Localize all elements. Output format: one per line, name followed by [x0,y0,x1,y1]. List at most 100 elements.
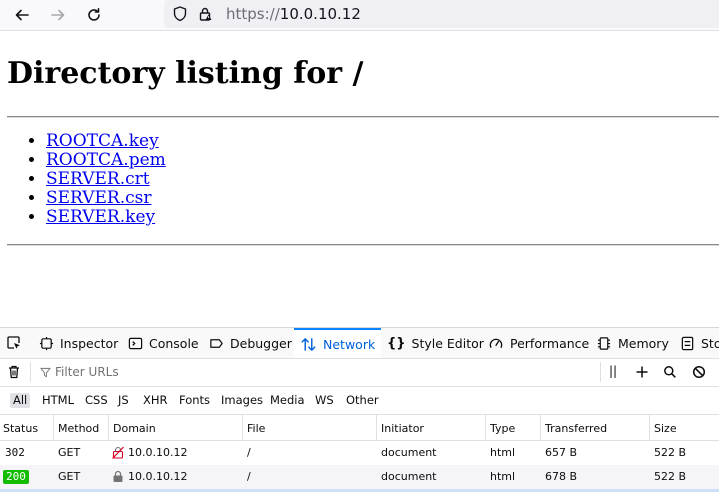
request-type: html [490,470,516,483]
tab-label: Performance [510,335,590,351]
url-text[interactable]: https://10.0.10.12 [226,4,361,24]
file-link-server-key[interactable]: SERVER.key [46,207,155,227]
type-filter-images[interactable]: Images [218,393,266,408]
column-header-file[interactable]: File [247,422,265,435]
type-filter-media[interactable]: Media [267,393,308,408]
table-row[interactable]: 200 GET 10.0.10.12 / document html 678 B… [0,465,719,490]
list-item: SERVER.csr [46,189,166,208]
lock-warning-icon[interactable] [197,5,215,23]
debugger-icon [210,338,223,348]
storage-icon [681,336,694,350]
page-title: Directory listing for / [7,56,364,91]
network-filter-bar: Filter URLs || [0,359,719,387]
tab-inspector[interactable]: Inspector [39,328,118,358]
column-header-domain[interactable]: Domain [113,422,156,435]
tab-debugger[interactable]: Debugger [209,328,292,358]
column-header-initiator[interactable]: Initiator [381,422,424,435]
file-link-server-crt[interactable]: SERVER.crt [46,169,150,189]
column-header-transferred[interactable]: Transferred [545,422,607,435]
type-filter-css[interactable]: CSS [82,393,111,408]
filter-urls-input[interactable]: Filter URLs [55,365,119,379]
tab-label: Style Editor [411,335,484,351]
forward-arrow-icon [51,9,65,21]
file-link-rootca-key[interactable]: ROOTCA.key [46,131,159,151]
forward-button[interactable] [47,4,69,26]
performance-icon [489,338,503,348]
request-size: 522 B [654,446,687,459]
type-filter-other[interactable]: Other [343,393,382,408]
url-bar[interactable]: https://10.0.10.12 [164,0,719,28]
tab-label: Debugger [230,335,292,351]
list-item: SERVER.key [46,208,166,227]
lock-icon [113,470,123,482]
table-row[interactable]: 302 GET 10.0.10.12 / document html 657 B… [0,441,719,466]
separator [600,362,601,382]
request-method: GET [58,470,81,483]
list-item: ROOTCA.key [46,132,166,151]
type-filter-fonts[interactable]: Fonts [176,393,213,408]
tab-style-editor[interactable]: {} Style Editor [387,328,484,358]
request-initiator: document [381,470,437,483]
devtools-tab-bar: Inspector Console Debugger Network {} St… [0,328,719,359]
search-icon[interactable] [663,365,677,379]
back-button[interactable] [11,4,33,26]
status-code: 302 [5,446,25,459]
tab-console[interactable]: Console [128,328,199,358]
url-host: 10.0.10.12 [279,5,361,23]
browser-toolbar: https://10.0.10.12 [0,0,719,31]
request-transferred: 657 B [545,446,578,459]
element-picker-icon [7,336,20,349]
reload-button[interactable] [83,4,105,26]
tab-performance[interactable]: Performance [488,328,589,358]
tab-label: Inspector [60,335,119,351]
tab-storage[interactable]: Sto [680,328,719,358]
type-filter-ws[interactable]: WS [312,393,337,408]
insecure-lock-icon [112,446,124,459]
type-filter-js[interactable]: JS [115,393,132,408]
tab-label: Console [149,335,199,351]
request-transferred: 678 B [545,470,578,483]
memory-icon [597,336,611,350]
status-cell: 200 [3,470,29,484]
type-filter-xhr[interactable]: XHR [140,393,171,408]
column-header-method[interactable]: Method [58,422,99,435]
reload-icon [88,8,100,21]
column-header-type[interactable]: Type [490,422,515,435]
element-picker-button[interactable] [6,328,28,358]
file-link-rootca-pem[interactable]: ROOTCA.pem [46,150,166,170]
console-icon [128,337,143,349]
block-icon[interactable] [692,365,706,379]
request-method: GET [58,446,81,459]
file-link-server-csr[interactable]: SERVER.csr [46,188,152,208]
filter-icon [40,367,51,378]
tab-memory[interactable]: Memory [596,328,669,358]
divider-top [7,116,719,118]
trash-icon[interactable] [6,364,22,380]
pause-icon[interactable]: || [609,364,617,378]
shield-icon[interactable] [171,5,189,23]
type-filter-html[interactable]: HTML [39,393,77,408]
tab-label: Network [323,336,376,352]
request-domain: 10.0.10.12 [128,446,188,459]
file-list: ROOTCA.key ROOTCA.pem SERVER.crt SERVER.… [0,132,166,227]
list-item: SERVER.crt [46,170,166,189]
tab-network[interactable]: Network [294,328,382,358]
request-type: html [490,446,516,459]
column-header-status[interactable]: Status [3,422,38,435]
tab-label: Memory [618,335,669,351]
list-item: ROOTCA.pem [46,151,166,170]
divider-bottom [7,244,719,246]
request-initiator: document [381,446,437,459]
request-file: / [247,470,251,483]
tab-label: Sto [701,335,719,351]
page-content: Directory listing for / ROOTCA.key ROOTC… [0,31,719,327]
type-filter-all[interactable]: All [10,393,31,408]
column-header-size[interactable]: Size [654,422,677,435]
url-scheme: https:// [226,5,280,23]
back-arrow-icon [15,9,29,21]
separator [30,362,31,382]
request-size: 522 B [654,470,687,483]
style-editor-icon: {} [387,335,406,351]
plus-icon[interactable] [635,365,649,379]
inspector-icon [39,336,54,350]
